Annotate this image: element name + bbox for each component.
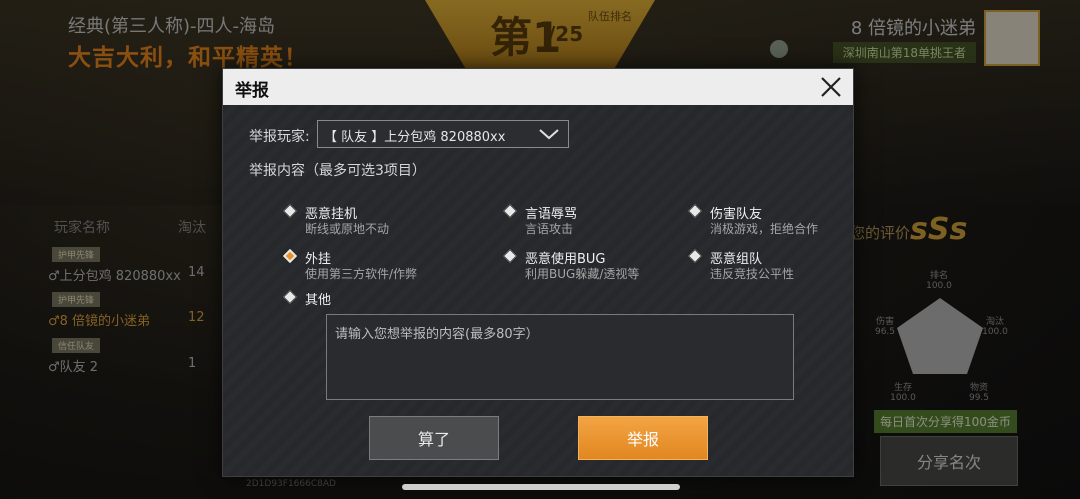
option-title: 其他 bbox=[305, 293, 332, 308]
option-radio-icon bbox=[282, 289, 298, 305]
option-radio-icon bbox=[687, 203, 703, 219]
option-desc: 利用BUG躲藏/透视等 bbox=[525, 267, 640, 281]
report-content-label: 举报内容（最多可选3项目） bbox=[249, 163, 426, 179]
option-desc: 言语攻击 bbox=[525, 222, 574, 236]
report-content-placeholder: 请输入您想举报的内容(最多80字） bbox=[335, 327, 539, 342]
option-radio-selected-icon bbox=[282, 248, 298, 264]
dialog-header: 举报 bbox=[223, 69, 853, 105]
dialog-body: 举报玩家: 【 队友 】上分包鸡 820880xx 举报内容（最多可选3项目） … bbox=[223, 105, 853, 476]
home-indicator[interactable] bbox=[402, 484, 680, 490]
report-player-select[interactable]: 【 队友 】上分包鸡 820880xx bbox=[317, 120, 569, 148]
cancel-button[interactable]: 算了 bbox=[369, 416, 499, 460]
option-desc: 违反竞技公平性 bbox=[710, 267, 795, 281]
option-radio-icon bbox=[502, 248, 518, 264]
report-player-value: 【 队友 】上分包鸡 820880xx bbox=[324, 130, 506, 145]
option-radio-icon bbox=[687, 248, 703, 264]
option-desc: 使用第三方软件/作弊 bbox=[305, 267, 418, 281]
dialog-title: 举报 bbox=[235, 81, 269, 101]
report-dialog: 举报 举报玩家: 【 队友 】上分包鸡 820880xx 举报内容（最多可选3项… bbox=[222, 68, 854, 477]
option-radio-icon bbox=[502, 203, 518, 219]
option-desc: 消极游戏，拒绝合作 bbox=[710, 222, 819, 236]
chevron-down-icon bbox=[539, 129, 559, 140]
report-content-input[interactable]: 请输入您想举报的内容(最多80字） bbox=[326, 314, 794, 400]
close-icon[interactable] bbox=[817, 73, 845, 101]
option-radio-icon bbox=[282, 203, 298, 219]
option-desc: 断线或原地不动 bbox=[305, 222, 390, 236]
report-player-label: 举报玩家: bbox=[249, 129, 310, 145]
submit-report-button[interactable]: 举报 bbox=[578, 416, 708, 460]
